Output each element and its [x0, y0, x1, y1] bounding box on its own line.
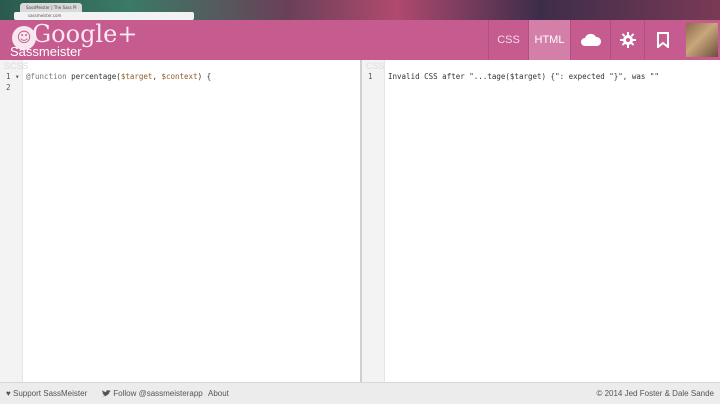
line-number: 2: [6, 83, 11, 92]
browser-chrome: SassMeister | The Sass Pl sassmeister.co…: [0, 0, 720, 20]
follow-link[interactable]: Follow @sassmeisterapp: [102, 383, 203, 404]
logo-suffix: meister: [38, 44, 82, 59]
about-link[interactable]: About: [208, 383, 229, 404]
code-line: 1 ▾ @function percentage($target, $conte…: [0, 71, 360, 82]
copyright-text: © 2014 Jed Foster & Dale Sande: [596, 389, 714, 398]
settings-button[interactable]: [610, 20, 644, 60]
scss-editor[interactable]: SCSS 1 ▾ @function percentage($target, $…: [0, 60, 360, 382]
css-pane-label: CSS: [366, 61, 385, 71]
css-toggle-button[interactable]: CSS: [488, 20, 528, 60]
cloud-button[interactable]: [570, 20, 610, 60]
output-line: 1 Invalid CSS after "...tage($target) {"…: [362, 71, 720, 82]
css-gutter: [362, 60, 385, 382]
logo-wordmark: Sassmeister: [10, 42, 82, 60]
code-line: 2: [0, 82, 360, 93]
footer: ♥ Support SassMeister Follow @sassmeiste…: [0, 382, 720, 404]
line-number: 1: [368, 72, 373, 81]
html-toggle-button[interactable]: HTML: [528, 20, 570, 60]
scss-gutter: [0, 60, 23, 382]
logo-text: Sass: [10, 44, 39, 59]
address-bar[interactable]: sassmeister.com: [14, 12, 194, 20]
gear-icon: [619, 32, 636, 48]
css-output[interactable]: CSS 1 Invalid CSS after "...tage($target…: [362, 60, 720, 382]
bookmark-icon: [656, 32, 669, 48]
app-header: ☺ Google+ Sassmeister CSS HTML: [0, 20, 720, 60]
support-link[interactable]: ♥ Support SassMeister: [6, 383, 87, 404]
cloud-icon: [580, 33, 601, 46]
heart-icon: ♥: [6, 389, 11, 398]
twitter-bird-icon: [102, 390, 111, 397]
sassmeister-logo[interactable]: ☺ Google+ Sassmeister: [4, 20, 144, 60]
scss-pane-label: SCSS: [4, 61, 29, 71]
code-text: @function percentage($target, $context) …: [26, 72, 212, 81]
bookmark-button[interactable]: [644, 20, 680, 60]
error-message: Invalid CSS after "...tage($target) {": …: [388, 72, 659, 81]
browser-tab[interactable]: SassMeister | The Sass Pl: [20, 3, 82, 12]
line-number: 1 ▾: [6, 72, 20, 81]
user-avatar[interactable]: [686, 23, 718, 57]
